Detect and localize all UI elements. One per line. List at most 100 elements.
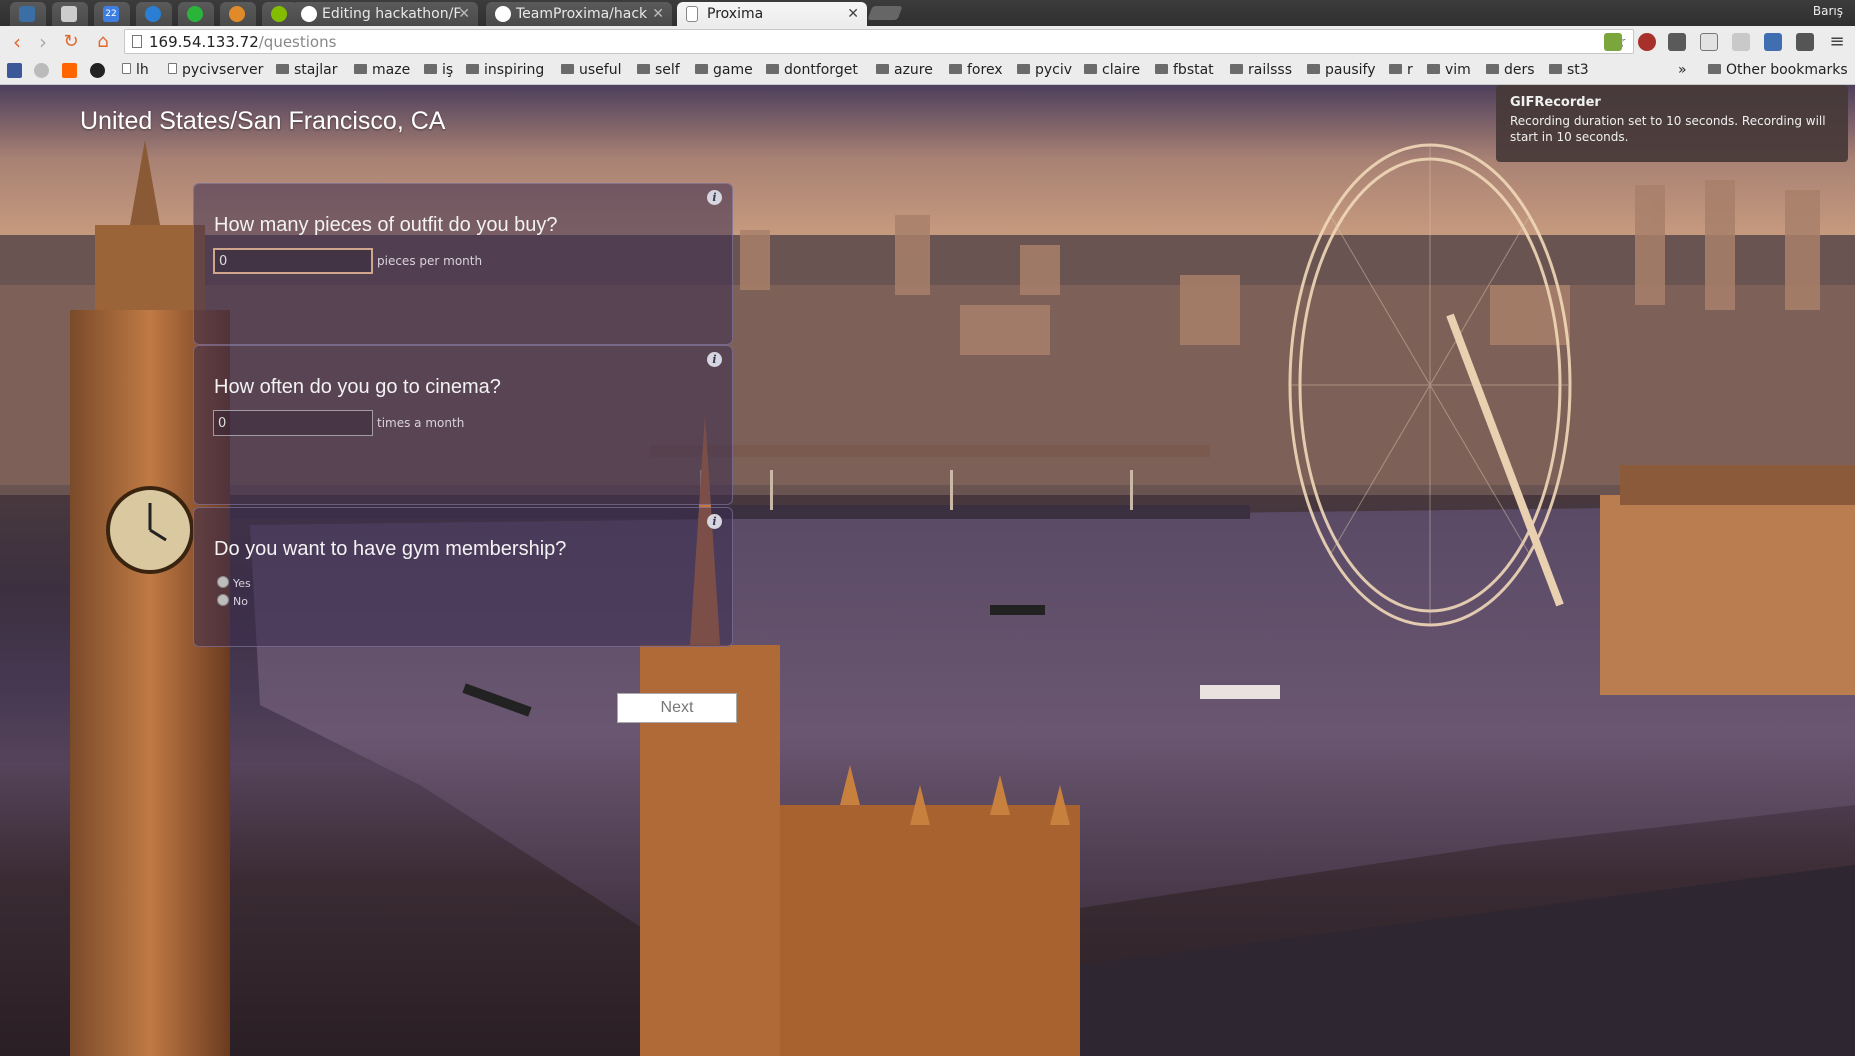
bookmark-folder-azure[interactable]: azure	[876, 62, 933, 78]
bookmarks-overflow-icon[interactable]: »	[1678, 62, 1687, 78]
bookmark-label: inspiring	[484, 62, 545, 78]
folder-icon	[1017, 64, 1030, 74]
tab-pinned-whatsapp[interactable]	[178, 2, 214, 26]
tab-pinned-calendar[interactable]: 22	[94, 2, 130, 26]
bookmark-folder-is[interactable]: iş	[424, 62, 453, 78]
extension-key-icon[interactable]	[1668, 33, 1686, 51]
unit-label: pieces per month	[377, 254, 483, 268]
gifrecorder-notification[interactable]: GIFRecorder Recording duration set to 10…	[1496, 85, 1848, 162]
forward-icon[interactable]: ›	[32, 31, 54, 53]
bookmark-folder-self[interactable]: self	[637, 62, 680, 78]
notification-body: Recording duration set to 10 seconds. Re…	[1510, 114, 1826, 144]
folder-icon	[766, 64, 779, 74]
folder-icon	[1427, 64, 1440, 74]
back-icon[interactable]: ‹	[6, 31, 28, 53]
bookmark-folder-claire[interactable]: claire	[1084, 62, 1140, 78]
tab-editing-hackathon[interactable]: Editing hackathon/F ✕	[292, 2, 478, 26]
github-icon[interactable]	[90, 63, 105, 78]
folder-icon	[1155, 64, 1168, 74]
bookmark-folder-game[interactable]: game	[695, 62, 753, 78]
bookmark-folder-ders[interactable]: ders	[1486, 62, 1535, 78]
radio-button[interactable]	[217, 576, 229, 588]
radio-option-no[interactable]: No	[217, 594, 248, 608]
extension-window-icon[interactable]	[1764, 33, 1782, 51]
tab-teamproxima[interactable]: TeamProxima/hack ✕	[486, 2, 672, 26]
info-icon[interactable]: i	[707, 190, 722, 205]
reload-icon[interactable]: ↻	[60, 31, 82, 53]
bookmark-folder-fbstat[interactable]: fbstat	[1155, 62, 1214, 78]
bookmark-other-bookmarks[interactable]: Other bookmarks	[1708, 62, 1848, 78]
bookmark-label: stajlar	[294, 62, 338, 78]
folder-icon	[1389, 64, 1402, 74]
bookmark-label: vim	[1445, 62, 1471, 78]
notification-title: GIFRecorder	[1510, 95, 1601, 110]
folder-icon	[1708, 64, 1721, 74]
bookmark-folder-maze[interactable]: maze	[354, 62, 410, 78]
bookmark-folder-useful[interactable]: useful	[561, 62, 621, 78]
bookmark-folder-pyciv[interactable]: pyciv	[1017, 62, 1072, 78]
bookmark-pycivserver[interactable]: pycivserver	[168, 62, 263, 78]
close-icon[interactable]: ✕	[652, 2, 664, 26]
bookmark-folder-inspiring[interactable]: inspiring	[466, 62, 544, 78]
page-content: United States/San Francisco, CA i How ma…	[0, 85, 1855, 1056]
bookmark-label: ders	[1504, 62, 1535, 78]
page-icon	[686, 6, 698, 22]
cinema-frequency-input[interactable]	[213, 410, 373, 436]
address-bar[interactable]: 169.54.133.72/questions ☆	[124, 29, 1634, 54]
close-icon[interactable]: ✕	[847, 2, 859, 26]
browser-toolbar: ‹ › ↻ ⌂ 169.54.133.72/questions ☆ ≡	[0, 26, 1855, 59]
bookmark-folder-vim[interactable]: vim	[1427, 62, 1471, 78]
hackernews-icon[interactable]	[62, 63, 77, 78]
folder-icon	[424, 64, 437, 74]
firefox-icon	[229, 6, 245, 22]
radio-option-yes[interactable]: Yes	[217, 576, 251, 590]
bookmark-folder-railsss[interactable]: railsss	[1230, 62, 1292, 78]
messenger-icon	[145, 6, 161, 22]
question-panel-outfit: i How many pieces of outfit do you buy? …	[193, 183, 733, 345]
tab-pinned-image[interactable]	[52, 2, 88, 26]
tab-pinned-firefox[interactable]	[220, 2, 256, 26]
tab-strip: 22 Editing hackathon/F ✕ TeamProxima/hac…	[0, 0, 1855, 26]
url-host: 169.54.133.72	[149, 33, 259, 51]
tab-title: Proxima	[707, 6, 764, 22]
tab-title: Editing hackathon/F	[322, 6, 462, 22]
bookmark-lh[interactable]: lh	[122, 62, 149, 78]
bookmark-folder-pausify[interactable]: pausify	[1307, 62, 1376, 78]
extension-s-icon[interactable]	[1796, 33, 1814, 51]
folder-icon	[1084, 64, 1097, 74]
bookmark-folder-stajlar[interactable]: stajlar	[276, 62, 337, 78]
close-icon[interactable]: ✕	[458, 2, 470, 26]
folder-icon	[637, 64, 650, 74]
question-title: How many pieces of outfit do you buy?	[214, 214, 558, 236]
bookmark-label: maze	[372, 62, 411, 78]
new-tab-button[interactable]	[867, 6, 903, 20]
bookmark-folder-st3[interactable]: st3	[1549, 62, 1589, 78]
bookmark-folder-r[interactable]: r	[1389, 62, 1413, 78]
tab-proxima[interactable]: Proxima ✕	[677, 2, 867, 26]
outfit-count-input[interactable]	[213, 248, 373, 274]
extension-plus-icon[interactable]	[1700, 33, 1718, 51]
github-icon	[495, 6, 511, 22]
page-icon	[168, 63, 177, 74]
menu-icon[interactable]: ≡	[1826, 31, 1848, 53]
info-icon[interactable]: i	[707, 352, 722, 367]
bookmark-folder-forex[interactable]: forex	[949, 62, 1003, 78]
bookmark-label: useful	[579, 62, 622, 78]
reddit-icon[interactable]	[34, 63, 49, 78]
profile-name[interactable]: Barış	[1813, 4, 1843, 18]
bookmark-folder-dontforget[interactable]: dontforget	[766, 62, 858, 78]
tab-pinned-mail[interactable]	[10, 2, 46, 26]
next-button[interactable]: Next	[617, 693, 737, 723]
shield-icon[interactable]	[1732, 33, 1750, 51]
tab-pinned-messenger[interactable]	[136, 2, 172, 26]
bookmark-label: dontforget	[784, 62, 858, 78]
folder-icon	[466, 64, 479, 74]
home-icon[interactable]: ⌂	[92, 31, 114, 53]
facebook-icon[interactable]	[7, 63, 22, 78]
radio-button[interactable]	[217, 594, 229, 606]
github-icon	[301, 6, 317, 22]
bookmark-label: pycivserver	[182, 62, 264, 78]
extension-puzzle-icon[interactable]	[1604, 33, 1622, 51]
info-icon[interactable]: i	[707, 514, 722, 529]
ublock-icon[interactable]	[1638, 33, 1656, 51]
